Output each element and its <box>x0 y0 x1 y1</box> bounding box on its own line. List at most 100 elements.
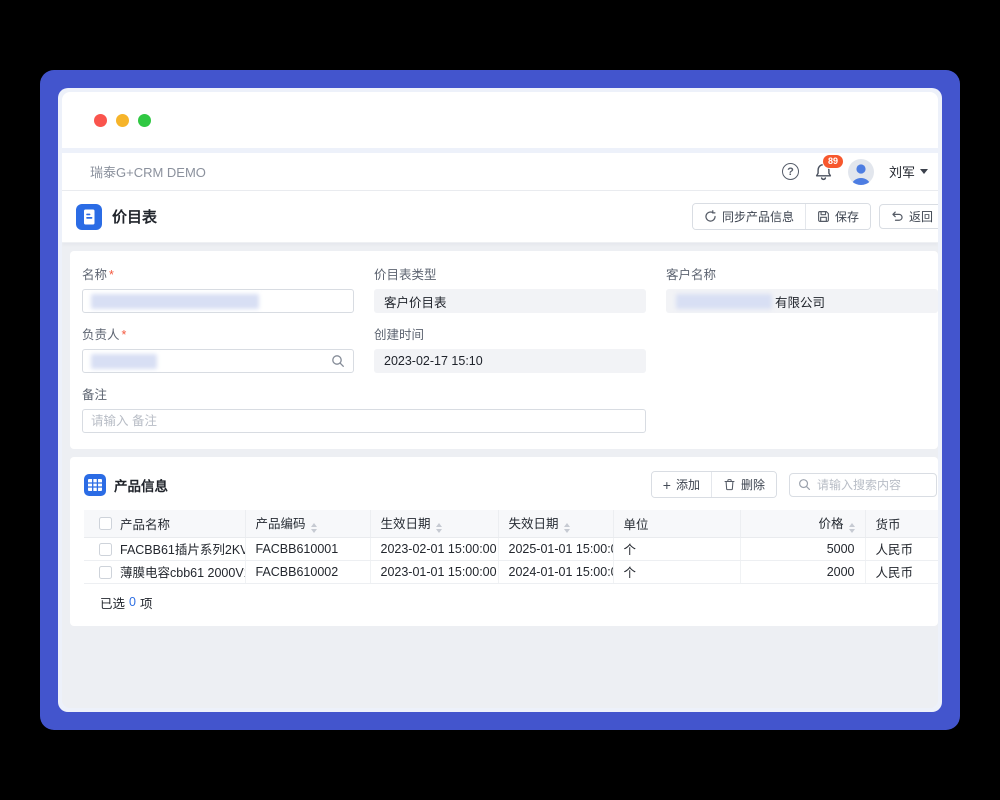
customer-label: 客户名称 <box>666 264 716 283</box>
select-all-checkbox[interactable] <box>99 517 112 530</box>
cell-effective: 2023-02-01 15:00:00 <box>370 537 498 560</box>
remark-input-box <box>82 409 646 433</box>
cell-price: 2000 <box>740 560 865 583</box>
cell-currency: 人民币 <box>865 560 938 583</box>
cell-price: 5000 <box>740 537 865 560</box>
zoom-window-button[interactable] <box>138 114 151 127</box>
pricelist-type-value: 客户价目表 <box>374 289 646 313</box>
search-icon[interactable] <box>331 354 345 368</box>
mac-titlebar <box>62 92 938 148</box>
owner-lookup-input[interactable] <box>82 349 354 373</box>
help-icon[interactable]: ? <box>782 163 799 180</box>
product-search-input[interactable] <box>817 478 928 492</box>
app-header: 瑞泰G+CRM DEMO ? 89 <box>62 153 938 191</box>
row-checkbox[interactable] <box>99 566 112 579</box>
field-name: 名称 <box>82 264 354 313</box>
sort-icon <box>849 523 855 533</box>
sync-products-button[interactable]: 同步产品信息 <box>693 204 805 229</box>
sort-down-arrow <box>311 529 317 533</box>
column-header-effective[interactable]: 生效日期 <box>370 510 498 537</box>
save-icon <box>817 210 830 223</box>
row-select-cell <box>84 537 120 560</box>
back-button[interactable]: 返回 <box>879 204 938 229</box>
product-table: 产品名称 产品编码 生效日期 失效日期 单位 价格 货币 FACBB61插片系列2KV ..… <box>84 510 938 584</box>
field-owner: 负责人 <box>82 324 354 373</box>
sort-icon <box>564 523 570 533</box>
column-label-price: 价格 <box>818 517 843 531</box>
search-icon <box>798 478 811 491</box>
remark-input[interactable] <box>91 414 637 428</box>
page-titlebar: 价目表 同步产品信息 <box>62 191 938 243</box>
column-label-expire: 失效日期 <box>509 517 559 531</box>
customer-name-value: 有限公司 <box>666 289 938 313</box>
cell-expire: 2025-01-01 15:00:00 <box>498 537 613 560</box>
product-table-body: FACBB61插片系列2KV ...FACBB6100012023-02-01 … <box>84 537 938 583</box>
field-customer-name: 客户名称 有限公司 <box>666 264 938 313</box>
sort-icon <box>436 523 442 533</box>
field-empty <box>666 324 938 373</box>
user-name: 刘军 <box>889 162 915 181</box>
select-all-header-cell <box>84 510 120 537</box>
product-search-box <box>789 473 937 497</box>
column-header-price[interactable]: 价格 <box>740 510 865 537</box>
name-label: 名称 <box>82 264 114 283</box>
cell-expire: 2024-01-01 15:00:00 <box>498 560 613 583</box>
type-label: 价目表类型 <box>374 264 437 283</box>
column-header-unit: 单位 <box>613 510 740 537</box>
user-menu[interactable]: 刘军 <box>889 162 928 181</box>
column-header-expire[interactable]: 失效日期 <box>498 510 613 537</box>
sort-down-arrow <box>564 529 570 533</box>
field-created-time: 创建时间 2023-02-17 15:10 <box>374 324 646 373</box>
pricelist-doc-icon <box>76 204 102 230</box>
cell-name: 薄膜电容cbb61 2000V1... <box>120 560 245 583</box>
add-product-button[interactable]: + 添加 <box>652 472 711 497</box>
product-table-header-row: 产品名称 产品编码 生效日期 失效日期 单位 价格 货币 <box>84 510 938 537</box>
created-label: 创建时间 <box>374 324 424 343</box>
owner-label: 负责人 <box>82 324 126 343</box>
sort-up-arrow <box>311 523 317 527</box>
row-checkbox[interactable] <box>99 543 112 556</box>
sync-icon <box>704 210 717 223</box>
product-section-header: 产品信息 + 添加 <box>70 469 938 510</box>
sort-up-arrow <box>849 523 855 527</box>
avatar[interactable] <box>848 159 874 185</box>
column-header-currency: 货币 <box>865 510 938 537</box>
close-window-button[interactable] <box>94 114 107 127</box>
selection-summary: 已选 0 项 <box>84 584 938 624</box>
notification-badge: 89 <box>822 154 844 169</box>
sort-down-arrow <box>436 529 442 533</box>
delete-product-button[interactable]: 删除 <box>711 472 776 497</box>
selected-count: 0 <box>129 595 136 609</box>
cell-code: FACBB610001 <box>245 537 370 560</box>
notifications-button[interactable]: 89 <box>814 162 833 181</box>
column-label-unit: 单位 <box>624 518 649 532</box>
return-icon <box>891 210 904 223</box>
browser-window: 瑞泰G+CRM DEMO ? 89 <box>62 92 938 708</box>
minimize-window-button[interactable] <box>116 114 129 127</box>
cell-unit: 个 <box>613 560 740 583</box>
table-grid-icon <box>84 474 106 496</box>
column-label-name: 产品名称 <box>120 518 170 532</box>
pricelist-form-card: 名称 价目表类型 客户价目表 客户名称 <box>70 251 938 449</box>
remark-label: 备注 <box>82 384 107 403</box>
plus-icon: + <box>663 478 671 492</box>
field-pricelist-type: 价目表类型 客户价目表 <box>374 264 646 313</box>
cell-code: FACBB610002 <box>245 560 370 583</box>
sort-up-arrow <box>436 523 442 527</box>
product-info-card: 产品信息 + 添加 <box>70 457 938 626</box>
field-remark: 备注 <box>82 384 646 433</box>
redacted-owner-value <box>91 354 157 369</box>
save-button[interactable]: 保存 <box>805 204 870 229</box>
column-label-effective: 生效日期 <box>381 517 431 531</box>
brand-title: 瑞泰G+CRM DEMO <box>90 162 206 181</box>
cell-name: FACBB61插片系列2KV ... <box>120 537 245 560</box>
column-header-code[interactable]: 产品编码 <box>245 510 370 537</box>
created-time-value: 2023-02-17 15:10 <box>374 349 646 373</box>
device-frame: 瑞泰G+CRM DEMO ? 89 <box>40 70 960 730</box>
row-select-cell <box>84 560 120 583</box>
chevron-down-icon <box>920 169 928 174</box>
product-table-wrap: 产品名称 产品编码 生效日期 失效日期 单位 价格 货币 FACBB61插片系列2KV ..… <box>84 510 938 624</box>
column-label-code: 产品编码 <box>256 517 306 531</box>
redacted-customer-value <box>676 294 772 309</box>
name-input[interactable] <box>82 289 354 313</box>
